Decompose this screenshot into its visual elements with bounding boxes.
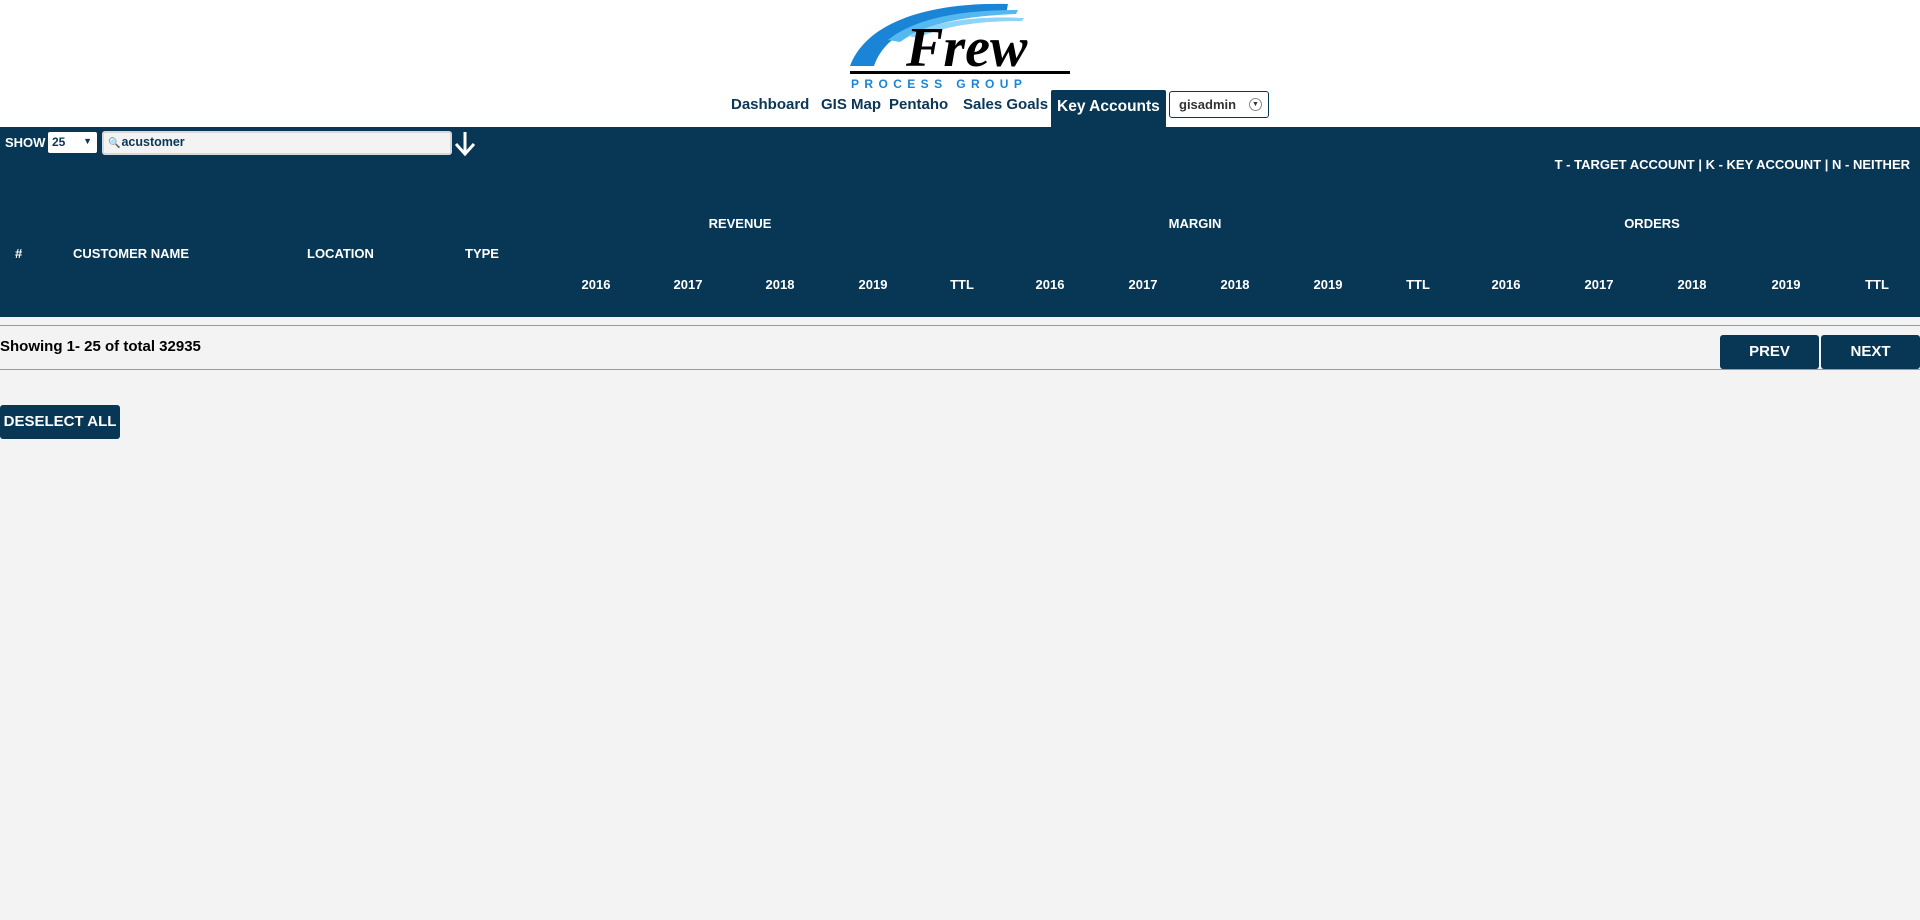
page-size-select[interactable]: 25 ▼ — [48, 132, 97, 153]
group-header-orders: ORDERS — [1624, 216, 1680, 231]
nav-item-key-accounts[interactable]: Key Accounts — [1051, 90, 1166, 127]
nav-item-dashboard[interactable]: Dashboard — [731, 96, 809, 113]
page-size-value: 25 — [52, 135, 66, 149]
main-nav: Dashboard GIS Map Pentaho Sales Goals Ke… — [0, 90, 1920, 127]
revenue-2019-header[interactable]: 2019 — [859, 277, 888, 292]
orders-2016-header[interactable]: 2016 — [1492, 277, 1521, 292]
search-icon: 🔍 — [108, 138, 121, 149]
orders-ttl-header[interactable]: TTL — [1865, 277, 1889, 292]
user-menu[interactable]: gisadmin ▼ — [1169, 91, 1269, 118]
nav-item-gis-map[interactable]: GIS Map — [821, 96, 881, 113]
margin-2019-header[interactable]: 2019 — [1314, 277, 1343, 292]
group-header-revenue: REVENUE — [708, 216, 772, 231]
chevron-down-icon: ▼ — [1249, 98, 1262, 111]
svg-text:Frew: Frew — [905, 17, 1028, 79]
margin-2017-header[interactable]: 2017 — [1129, 277, 1158, 292]
nav-item-pentaho[interactable]: Pentaho — [889, 96, 948, 113]
next-button[interactable]: NEXT — [1821, 335, 1920, 369]
margin-ttl-header[interactable]: TTL — [1406, 277, 1430, 292]
margin-2018-header[interactable]: 2018 — [1221, 277, 1250, 292]
user-name: gisadmin — [1179, 97, 1237, 112]
prev-button[interactable]: PREV — [1720, 335, 1819, 369]
revenue-ttl-header[interactable]: TTL — [950, 277, 974, 292]
download-arrow-icon[interactable] — [453, 130, 477, 158]
column-header-customer-name[interactable]: CUSTOMER NAME — [73, 246, 189, 261]
revenue-2016-header[interactable]: 2016 — [582, 277, 611, 292]
column-header-number[interactable]: # — [15, 246, 22, 261]
top-bar: Frew PROCESS GROUP Dashboard GIS Map Pen… — [0, 0, 1920, 127]
orders-2018-header[interactable]: 2018 — [1678, 277, 1707, 292]
divider-top — [0, 325, 1920, 326]
table-header-band: SHOW 25 ▼ 🔍acustomer T - TARGET ACCOUNT … — [0, 127, 1920, 317]
search-input[interactable]: 🔍acustomer — [102, 131, 452, 155]
account-type-legend: T - TARGET ACCOUNT | K - KEY ACCOUNT | N… — [1554, 157, 1910, 172]
show-label: SHOW — [5, 135, 46, 150]
results-count: Showing 1- 25 of total 32935 — [0, 338, 201, 355]
frew-logo: Frew PROCESS GROUP — [850, 3, 1070, 91]
nav-item-sales-goals[interactable]: Sales Goals — [963, 96, 1048, 113]
column-header-location[interactable]: LOCATION — [307, 246, 374, 261]
group-header-margin: MARGIN — [1168, 216, 1222, 231]
orders-2017-header[interactable]: 2017 — [1585, 277, 1614, 292]
deselect-all-button[interactable]: DESELECT ALL — [0, 405, 120, 439]
search-value: acustomer — [121, 135, 185, 149]
dropdown-arrow-icon: ▼ — [83, 136, 92, 146]
margin-2016-header[interactable]: 2016 — [1036, 277, 1065, 292]
revenue-2017-header[interactable]: 2017 — [674, 277, 703, 292]
revenue-2018-header[interactable]: 2018 — [766, 277, 795, 292]
column-header-type[interactable]: TYPE — [465, 246, 499, 261]
divider-bottom — [0, 369, 1920, 370]
orders-2019-header[interactable]: 2019 — [1772, 277, 1801, 292]
svg-text:PROCESS GROUP: PROCESS GROUP — [851, 77, 1027, 91]
